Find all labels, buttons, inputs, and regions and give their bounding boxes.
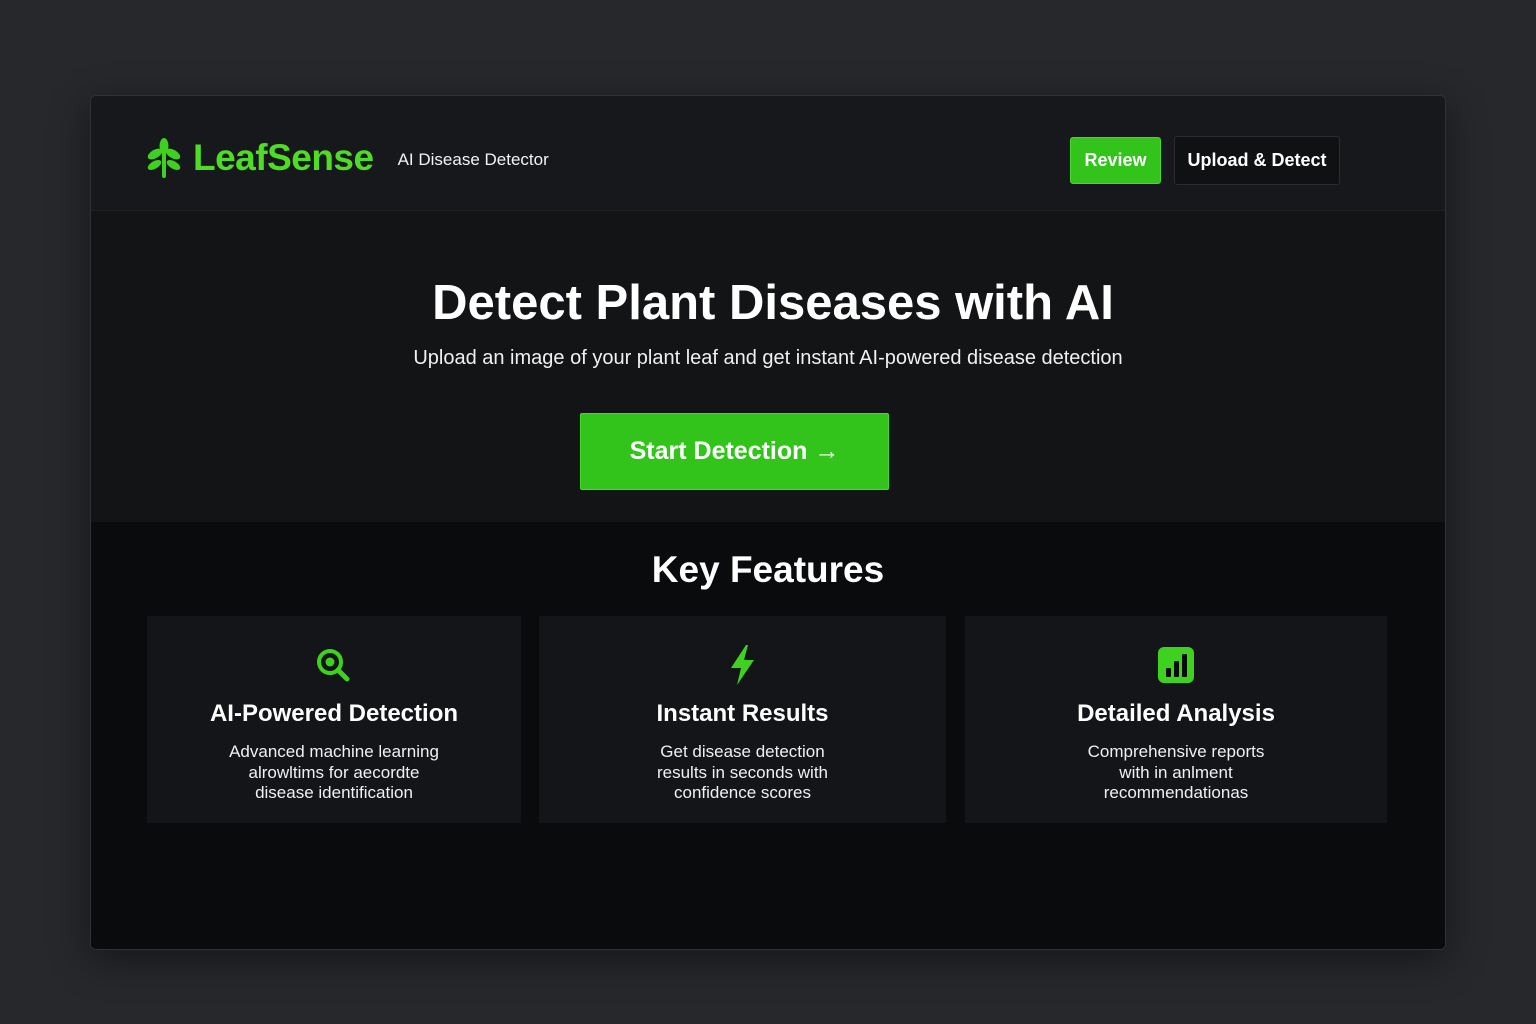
leaf-icon [147,138,181,178]
feature-description-line: with in anlment [1119,762,1233,782]
header-nav: Review Upload & Detect [1070,136,1340,185]
feature-card-instant-results: Instant Results Get disease detection re… [539,616,946,823]
bar-chart-icon [1158,647,1194,683]
hero-title: Detect Plant Diseases with AI [432,276,1114,330]
feature-description-line: disease identification [255,783,413,802]
features-heading: Key Features [651,549,885,590]
lightning-icon [730,645,754,685]
feature-description-line: confidence scores [673,783,812,802]
feature-description-line: Comprehensive reports [1087,742,1265,761]
feature-card-ai-detection: AI-Powered Detection Advanced machine le… [147,616,521,823]
search-icon [317,649,350,682]
feature-description-line: results in seconds with [656,762,829,782]
feature-description: Comprehensive reports with in anlment re… [965,742,1387,804]
review-button[interactable]: Review [1070,137,1161,184]
feature-description-line: Get disease detection [660,742,825,761]
feature-description-line: alrowltims for aecordte [248,762,420,782]
feature-title: Instant Results [656,700,829,727]
feature-title: Detailed Analysis [1077,700,1275,727]
feature-card-detailed-analysis: Detailed Analysis Comprehensive reports … [965,616,1387,823]
features-section: Key Features AI-Powered Detection Advanc… [91,522,1445,949]
hero-subtitle: Upload an image of your plant leaf and g… [413,347,1123,369]
brand-tagline: AI Disease Detector [397,150,549,169]
feature-description: Get disease detection results in seconds… [539,742,946,804]
feature-description: Advanced machine learning alrowltims for… [147,742,521,804]
upload-detect-button[interactable]: Upload & Detect [1174,136,1340,185]
hero-section: Detect Plant Diseases with AI Upload an … [91,211,1445,522]
feature-title: AI-Powered Detection [209,700,459,727]
header: LeafSense AI Disease Detector Review Upl… [91,96,1445,211]
start-detection-button[interactable]: Start Detection → [580,413,889,490]
feature-description-line: recommendationas [1103,783,1249,802]
app-window: LeafSense AI Disease Detector Review Upl… [90,95,1446,950]
brand[interactable]: LeafSense AI Disease Detector [147,137,549,179]
feature-description-line: Advanced machine learning [229,742,439,761]
brand-name: LeafSense [193,137,374,178]
